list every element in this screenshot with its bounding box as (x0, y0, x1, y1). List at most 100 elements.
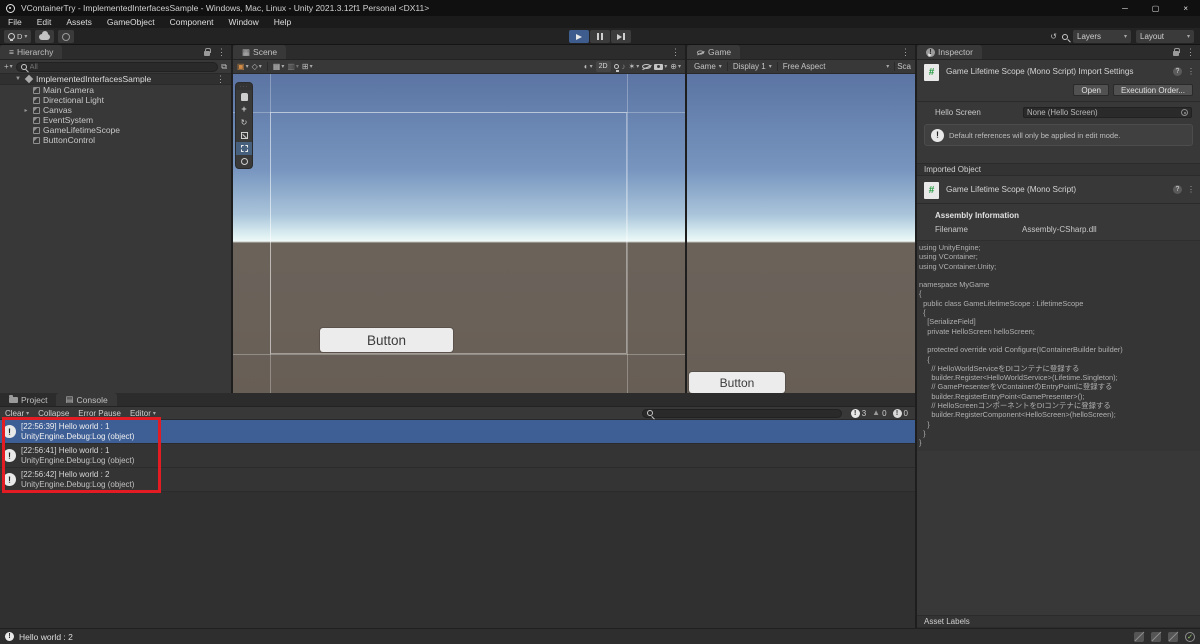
error-count-badge[interactable]: ! 0 (892, 408, 908, 418)
menu-item[interactable]: Component (170, 17, 214, 27)
minimize-button[interactable]: ─ (1122, 4, 1128, 13)
move-tool-button[interactable]: + (236, 103, 252, 116)
menu-item[interactable]: Edit (37, 17, 52, 27)
hierarchy-item[interactable]: ▸ GameLifetimeScope (0, 125, 231, 135)
console-log-entry[interactable]: ! [22:56:41] Hello world : 1 UnityEngine… (0, 444, 915, 468)
tab-project[interactable]: Project (0, 393, 56, 406)
camera-settings-dropdown[interactable]: ▾ (654, 63, 667, 70)
kebab-menu-icon[interactable]: ⋮ (1187, 67, 1195, 76)
grid-snap-dropdown[interactable]: ▥ ▾ (287, 62, 299, 71)
maximize-button[interactable]: ▢ (1152, 4, 1160, 13)
effects-dropdown[interactable]: ✶ ▾ (629, 62, 640, 71)
aspect-ratio-dropdown[interactable]: Free Aspect ▾ (780, 62, 892, 71)
2d-toggle-button[interactable]: 2D (595, 61, 611, 72)
console-log-entry[interactable]: ! [22:56:42] Hello world : 2 UnityEngine… (0, 468, 915, 492)
hierarchy-search[interactable] (15, 61, 219, 72)
draw-mode-dropdown[interactable]: ◐ ▾ (584, 62, 593, 71)
hierarchy-item[interactable]: ▸ Canvas (0, 105, 231, 115)
create-object-button[interactable]: + ▾ (4, 62, 13, 71)
gizmos-dropdown[interactable]: ⊕ ▾ (670, 62, 681, 71)
menu-item[interactable]: GameObject (107, 17, 155, 27)
lock-icon[interactable] (1173, 48, 1180, 56)
hierarchy-item[interactable]: ▸ ButtonControl (0, 135, 231, 145)
scene-ui-button[interactable]: Button (320, 328, 453, 352)
pause-button[interactable] (590, 30, 610, 43)
error-pause-button[interactable]: Error Pause (78, 409, 121, 418)
rotate-tool-button[interactable]: ↻ (236, 116, 252, 129)
hierarchy-item[interactable]: ▸ EventSystem (0, 115, 231, 125)
display-target-dropdown[interactable]: Display 1 ▾ (730, 62, 775, 71)
console-search-input[interactable] (655, 409, 837, 417)
kebab-menu-icon[interactable]: ⋮ (217, 47, 226, 58)
cloud-disabled-icon[interactable] (1151, 631, 1161, 642)
scene-visibility-toggle[interactable] (642, 64, 652, 69)
scale-tool-button[interactable] (236, 129, 252, 142)
lighting-toggle[interactable] (613, 64, 619, 72)
foldout-open-icon[interactable]: ▼ (14, 76, 22, 82)
foldout-closed-icon[interactable]: ▸ (22, 107, 30, 114)
help-icon[interactable]: ? (1173, 67, 1182, 76)
cloud-button[interactable] (35, 30, 55, 43)
kebab-menu-icon[interactable]: ⋮ (1186, 47, 1195, 58)
collapse-button[interactable]: Collapse (38, 409, 69, 418)
open-button[interactable]: Open (1073, 84, 1109, 96)
tab-label: Game (708, 47, 732, 57)
close-button[interactable]: × (1183, 4, 1188, 13)
object-picker-icon[interactable] (1181, 109, 1188, 116)
play-button[interactable] (569, 30, 589, 43)
search-window-icon[interactable]: ⧉ (221, 62, 227, 71)
activity-check-icon[interactable]: ✓ (1185, 631, 1195, 642)
notifications-disabled-icon[interactable] (1134, 631, 1144, 642)
hierarchy-item[interactable]: ▸ Directional Light (0, 95, 231, 105)
audio-toggle[interactable]: ♪ (622, 62, 626, 71)
snap-increment-dropdown[interactable]: ⊞ ▾ (302, 62, 313, 71)
search-icon[interactable] (1062, 33, 1068, 40)
grid-visibility-dropdown[interactable]: ▦ ▾ (273, 62, 285, 71)
scene-viewport[interactable]: Button ··· + ↻ (233, 74, 685, 393)
hierarchy-search-input[interactable] (29, 62, 214, 71)
tab-console[interactable]: ▤ Console (56, 393, 117, 406)
hand-tool-button[interactable] (236, 90, 252, 103)
clear-button[interactable]: Clear ▾ (5, 409, 29, 418)
editor-dropdown[interactable]: Editor ▾ (130, 409, 156, 418)
tab-scene[interactable]: ▦ Scene (233, 45, 287, 59)
execution-order-button[interactable]: Execution Order... (1112, 84, 1193, 96)
lock-icon[interactable] (204, 48, 211, 56)
kebab-menu-icon[interactable]: ⋮ (901, 47, 910, 58)
tab-inspector[interactable]: ! Inspector (917, 45, 982, 59)
collab-disabled-icon[interactable] (1168, 631, 1178, 642)
undo-history-button[interactable]: ↺ (1050, 32, 1057, 41)
layers-dropdown[interactable]: Layers ▾ (1073, 30, 1131, 43)
services-button[interactable] (58, 30, 75, 43)
kebab-menu-icon[interactable]: ⋮ (1187, 185, 1195, 194)
pivot-dropdown[interactable]: ◇ ▾ (252, 62, 262, 71)
menu-item[interactable]: File (8, 17, 22, 27)
hierarchy-item[interactable]: ▸ Main Camera (0, 85, 231, 95)
help-icon[interactable]: ? (1173, 185, 1182, 194)
layout-dropdown[interactable]: Layout ▾ (1136, 30, 1194, 43)
palette-grip-handle[interactable]: ··· (236, 83, 252, 90)
unity-editor-window: VContainerTry - ImplementedInterfacesSam… (0, 0, 1200, 644)
tab-game[interactable]: Game (687, 45, 741, 59)
menu-item[interactable]: Window (229, 17, 259, 27)
step-button[interactable] (611, 30, 631, 43)
kebab-menu-icon[interactable]: ⋮ (671, 47, 680, 58)
hello-screen-object-field[interactable]: None (Hello Screen) (1023, 107, 1192, 118)
rect-tool-button[interactable] (236, 142, 252, 155)
scene-header-row[interactable]: ▼ ImplementedInterfacesSample ⋮ (0, 74, 231, 85)
menu-item[interactable]: Help (274, 17, 291, 27)
game-ui-button[interactable]: Button (689, 372, 785, 393)
game-display-mode-dropdown[interactable]: Game ▾ (691, 62, 725, 71)
transform-tool-button[interactable] (236, 155, 252, 168)
account-dropdown[interactable]: D ▾ (4, 30, 32, 43)
game-viewport[interactable]: Button (687, 74, 915, 393)
info-count-badge[interactable]: ! 3 (850, 408, 866, 418)
warning-count-badge[interactable]: ▲ 0 (872, 409, 886, 418)
console-log-entry[interactable]: ! [22:56:39] Hello world : 1 UnityEngine… (0, 420, 915, 444)
tool-settings-dropdown[interactable]: ▣ ▾ (237, 62, 249, 71)
kebab-menu-icon[interactable]: ⋮ (216, 74, 225, 85)
tab-hierarchy[interactable]: ≡ Hierarchy (0, 45, 63, 59)
menu-item[interactable]: Assets (66, 17, 92, 27)
status-bar[interactable]: ! Hello world : 2 ✓ (0, 628, 1200, 644)
console-search[interactable] (641, 408, 842, 418)
